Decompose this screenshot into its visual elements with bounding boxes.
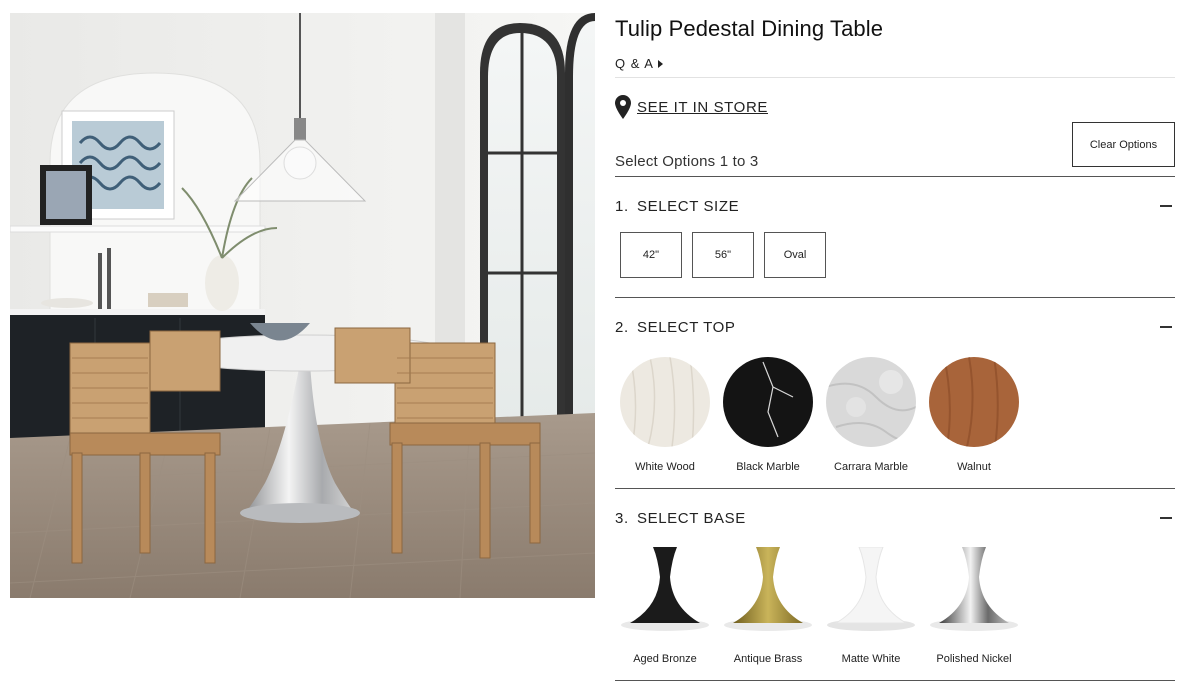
swatch-label: Antique Brass (733, 653, 803, 665)
divider (615, 680, 1175, 681)
walnut-swatch (929, 357, 1019, 447)
swatch-label: Aged Bronze (633, 653, 697, 665)
section-number: 1. (615, 197, 629, 215)
product-options-panel: Tulip Pedestal Dining Table Q & A SEE IT… (615, 0, 1175, 689)
qa-link[interactable]: Q & A (615, 56, 663, 71)
top-option-walnut[interactable]: Walnut (929, 357, 1019, 473)
map-pin-icon (615, 95, 631, 119)
minus-icon[interactable] (1160, 205, 1172, 207)
section-title: SELECT BASE (637, 509, 746, 527)
swatch-label: Matte White (841, 653, 901, 665)
divider (615, 488, 1175, 489)
size-option-56[interactable]: 56" (692, 232, 754, 278)
base-option-aged-bronze[interactable]: Aged Bronze (620, 547, 710, 665)
minus-icon[interactable] (1160, 326, 1172, 328)
antique-brass-base-image (723, 547, 813, 637)
swatch-label: Carrara Marble (834, 461, 908, 473)
section-title: SELECT TOP (637, 318, 736, 336)
base-options: Aged Bronze Antique Brass Matte White Po… (620, 547, 1019, 665)
aged-bronze-base-image (620, 547, 710, 637)
top-option-black-marble[interactable]: Black Marble (723, 357, 813, 473)
polished-nickel-base-image (929, 547, 1019, 637)
divider (615, 297, 1175, 298)
section-header-size[interactable]: 1. SELECT SIZE (615, 196, 1175, 216)
divider (615, 77, 1175, 78)
swatch-label: Polished Nickel (936, 653, 1012, 665)
top-option-carrara-marble[interactable]: Carrara Marble (826, 357, 916, 473)
swatch-label: Black Marble (736, 461, 800, 473)
top-options: White Wood Black Marble Carrara Marble W… (620, 357, 1019, 473)
swatch-label: Walnut (957, 461, 991, 473)
section-title: SELECT SIZE (637, 197, 740, 215)
divider (615, 176, 1175, 177)
see-it-in-store-label: SEE IT IN STORE (637, 98, 768, 116)
caret-right-icon (657, 59, 663, 68)
matte-white-base-image (826, 547, 916, 637)
carrara-marble-swatch (826, 357, 916, 447)
see-it-in-store-link[interactable]: SEE IT IN STORE (615, 95, 768, 119)
white-wood-swatch (620, 357, 710, 447)
section-header-base[interactable]: 3. SELECT BASE (615, 508, 1175, 528)
qa-label: Q & A (615, 56, 654, 71)
black-marble-swatch (723, 357, 813, 447)
base-option-antique-brass[interactable]: Antique Brass (723, 547, 813, 665)
size-option-oval[interactable]: Oval (764, 232, 826, 278)
section-number: 3. (615, 509, 629, 527)
section-header-top[interactable]: 2. SELECT TOP (615, 317, 1175, 337)
minus-icon[interactable] (1160, 517, 1172, 519)
swatch-label: White Wood (635, 461, 695, 473)
base-option-polished-nickel[interactable]: Polished Nickel (929, 547, 1019, 665)
base-option-matte-white[interactable]: Matte White (826, 547, 916, 665)
select-options-heading: Select Options 1 to 3 (615, 153, 759, 170)
clear-options-button[interactable]: Clear Options (1072, 122, 1175, 167)
product-title: Tulip Pedestal Dining Table (615, 16, 884, 41)
section-number: 2. (615, 318, 629, 336)
top-option-white-wood[interactable]: White Wood (620, 357, 710, 473)
product-image (10, 13, 595, 598)
dining-room-scene (10, 13, 595, 598)
size-option-42[interactable]: 42" (620, 232, 682, 278)
size-options: 42" 56" Oval (620, 232, 826, 278)
